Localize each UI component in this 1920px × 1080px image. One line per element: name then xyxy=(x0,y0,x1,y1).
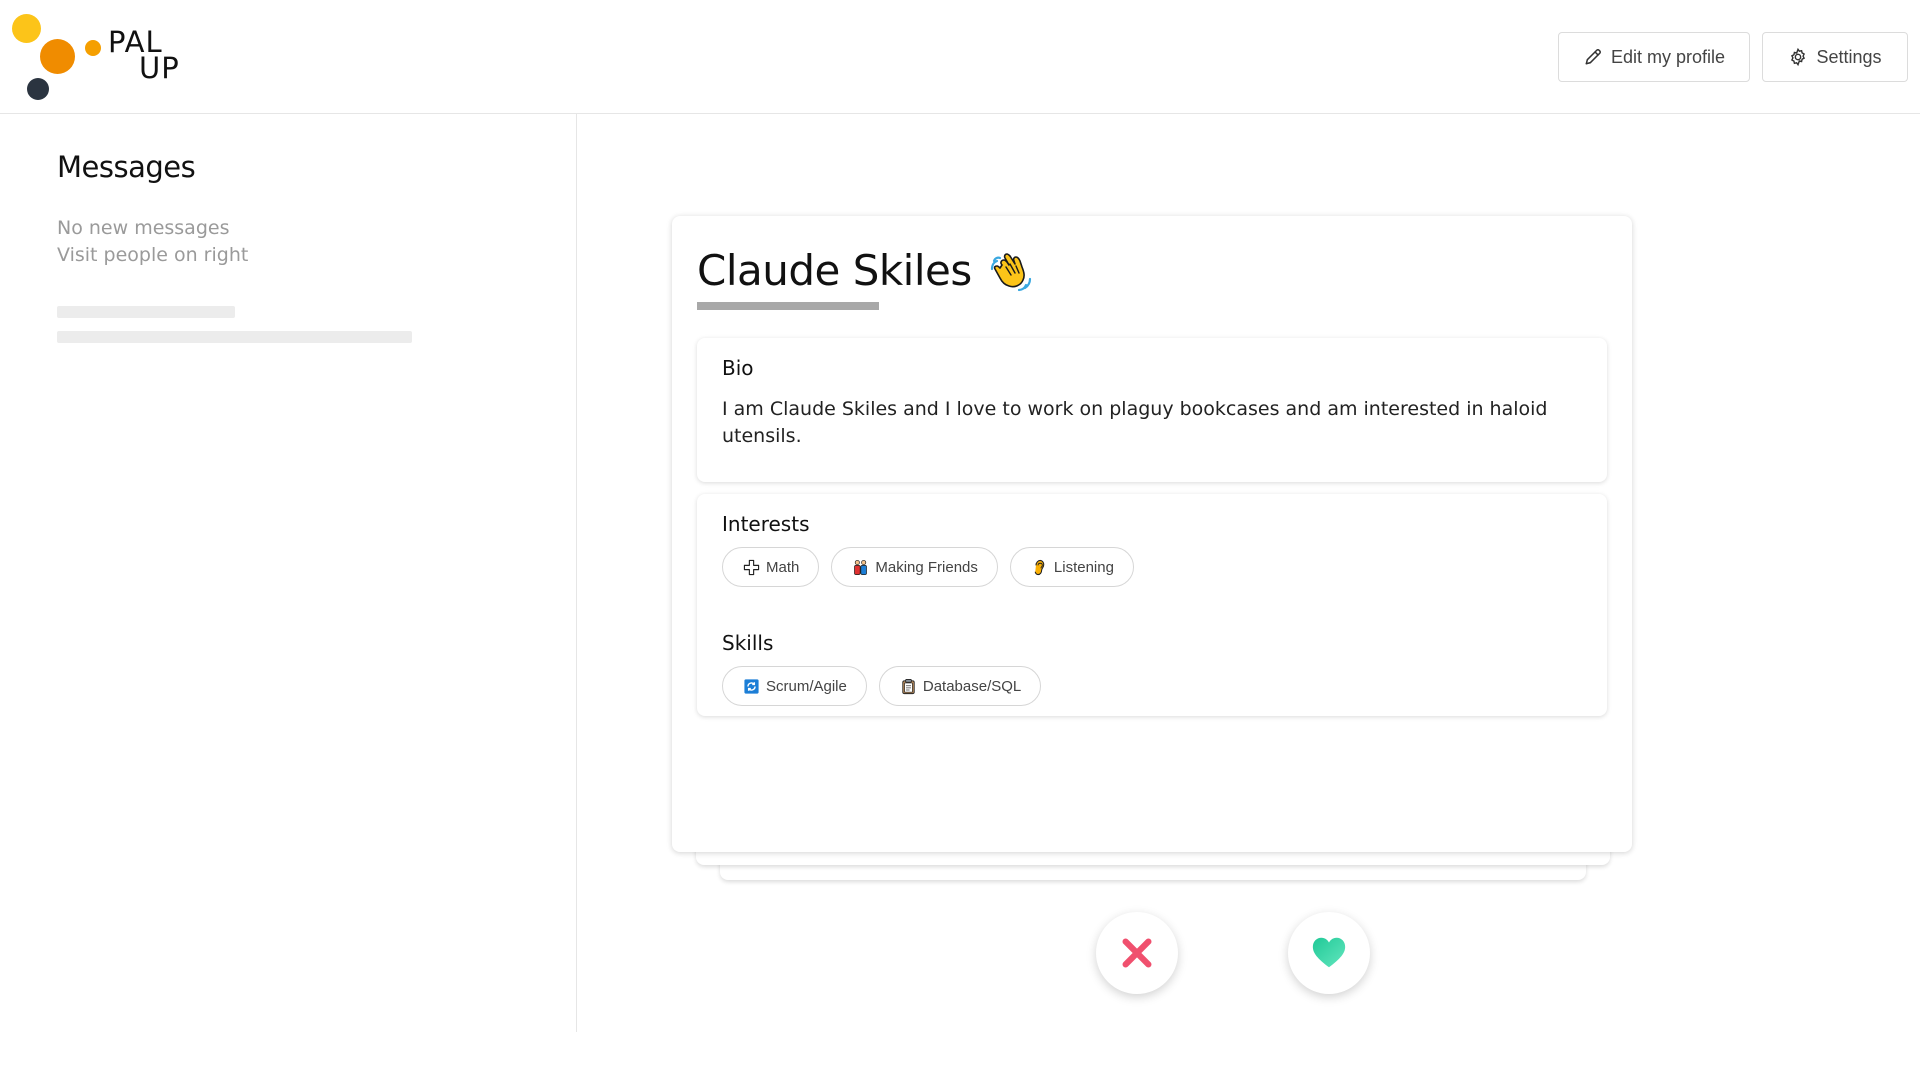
profile-card[interactable]: Claude Skiles Bio I am Claude Skiles and… xyxy=(672,216,1632,852)
interest-chip-label: Making Friends xyxy=(875,558,978,576)
interest-chip-listening[interactable]: Listening xyxy=(1009,547,1134,587)
profile-name: Claude Skiles xyxy=(697,246,972,295)
interest-chip-label: Math xyxy=(766,558,800,576)
top-header: PAL UP Edit my profile Settings xyxy=(0,0,1920,114)
no-messages-text: No new messages xyxy=(57,217,230,239)
waving-hand-icon xyxy=(990,252,1031,291)
reject-button[interactable] xyxy=(1096,912,1178,994)
pencil-icon xyxy=(1585,49,1601,65)
ear-icon xyxy=(1034,559,1045,575)
logo-dot-orange xyxy=(40,39,75,74)
gear-icon xyxy=(1791,47,1806,67)
settings-label: Settings xyxy=(1816,46,1882,67)
skeleton-line-long xyxy=(57,331,412,343)
name-underline xyxy=(697,302,879,310)
interests-skills-panel: Interests Math Making Friends Listening … xyxy=(697,494,1607,716)
skeleton-line-short xyxy=(57,306,235,318)
logo-dot-small-orange xyxy=(85,40,101,56)
skill-chip-label: Database/SQL xyxy=(922,677,1022,695)
bio-heading: Bio xyxy=(722,356,754,380)
messages-title: Messages xyxy=(57,150,196,184)
visit-people-hint: Visit people on right xyxy=(57,244,249,266)
people-icon xyxy=(854,559,868,575)
edit-profile-button[interactable]: Edit my profile xyxy=(1558,32,1750,82)
profile-name-row: Claude Skiles xyxy=(697,246,1036,295)
plus-icon xyxy=(743,559,760,575)
logo-text-up: UP xyxy=(139,51,180,85)
like-button[interactable] xyxy=(1288,912,1370,994)
palup-logo[interactable]: PAL UP xyxy=(10,12,190,104)
settings-button[interactable]: Settings xyxy=(1762,32,1908,82)
interests-list: Math Making Friends Listening xyxy=(722,547,1134,587)
skill-chip-database-sql[interactable]: Database/SQL xyxy=(878,666,1042,706)
logo-dot-dark xyxy=(27,78,49,100)
skill-chip-scrum-agile[interactable]: Scrum/Agile xyxy=(722,666,867,706)
messages-sidebar: Messages No new messages Visit people on… xyxy=(0,114,577,1032)
logo-dot-yellow xyxy=(12,14,41,43)
reject-x-icon xyxy=(1122,938,1152,968)
interest-chip-math[interactable]: Math xyxy=(722,547,820,587)
skills-heading: Skills xyxy=(722,631,774,655)
clipboard-icon xyxy=(902,678,915,694)
bio-panel: Bio I am Claude Skiles and I love to wor… xyxy=(697,338,1607,482)
cycle-icon xyxy=(744,678,759,694)
heart-icon xyxy=(1312,937,1346,968)
bio-text: I am Claude Skiles and I love to work on… xyxy=(722,398,1548,447)
skill-chip-label: Scrum/Agile xyxy=(766,677,847,695)
interest-chip-label: Listening xyxy=(1053,558,1114,576)
interest-chip-making-friends[interactable]: Making Friends xyxy=(831,547,998,587)
skills-list: Scrum/Agile Database/SQL xyxy=(722,666,1042,706)
edit-profile-label: Edit my profile xyxy=(1610,46,1726,67)
interests-heading: Interests xyxy=(722,512,810,536)
